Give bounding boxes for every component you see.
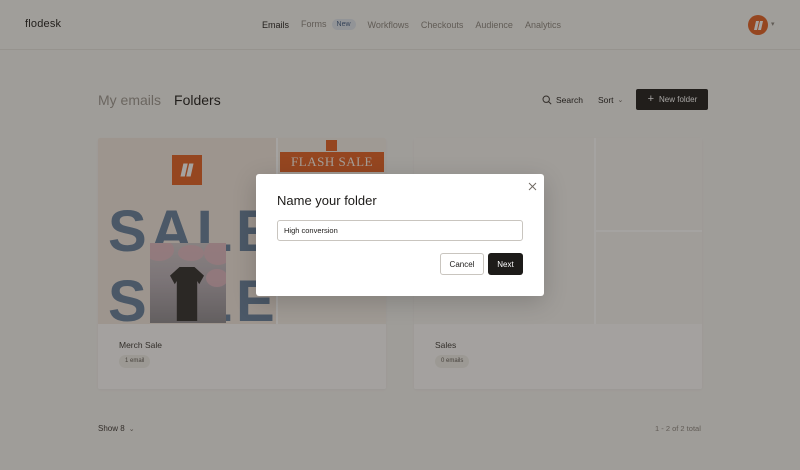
dialog-title: Name your folder [277,193,377,208]
close-icon[interactable] [526,180,538,192]
next-button[interactable]: Next [488,253,523,275]
cancel-button[interactable]: Cancel [440,253,484,275]
folder-name-input[interactable] [277,220,523,241]
name-folder-dialog: Name your folder Cancel Next [256,174,544,296]
